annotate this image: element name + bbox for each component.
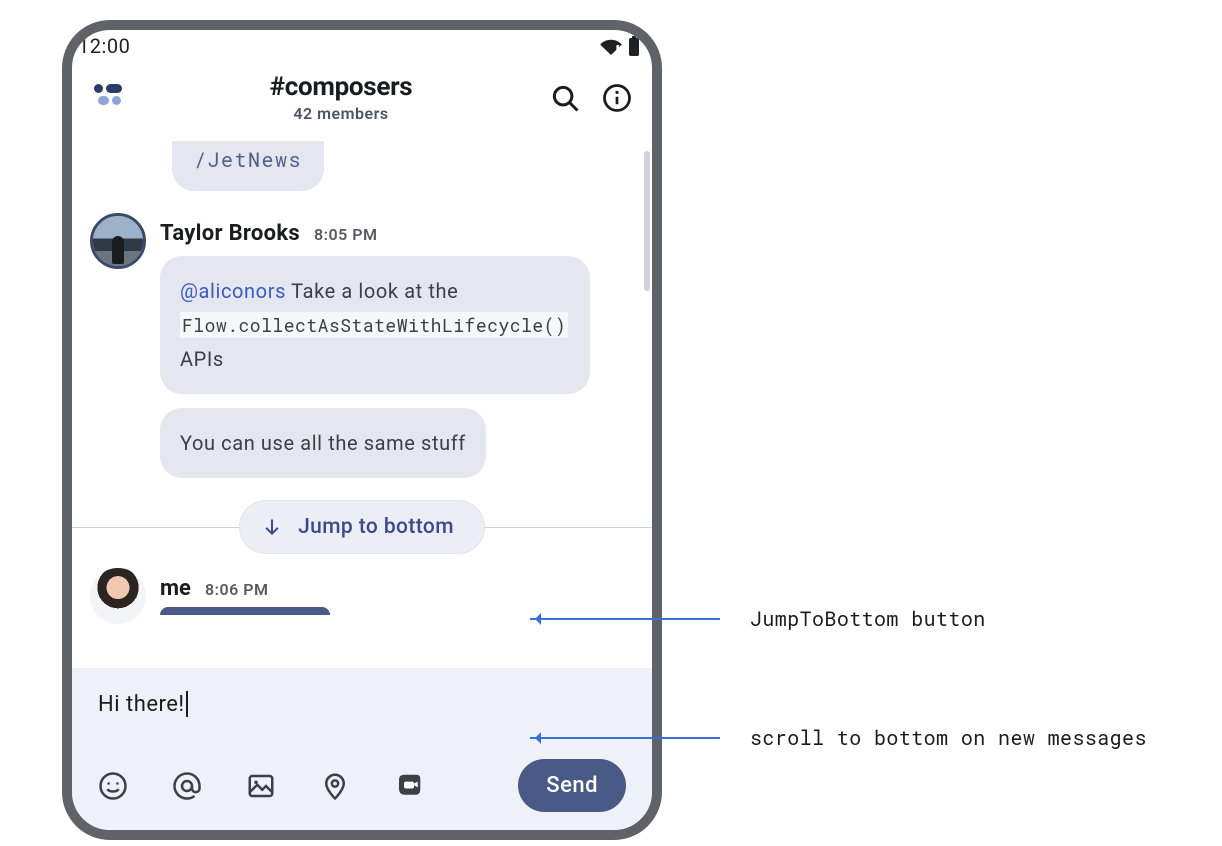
message-bubble-partial [160, 607, 330, 615]
battery-icon [628, 36, 640, 56]
message-bubble: @aliconors Take a look at the Flow.colle… [160, 256, 590, 394]
annotation-label: scroll to bottom on new messages [750, 725, 1147, 751]
phone-frame: 12:00 #composers 42 members [62, 20, 662, 840]
emoji-icon[interactable] [98, 771, 128, 801]
message-text: Take a look at the [286, 279, 458, 303]
info-icon[interactable] [602, 83, 632, 113]
arrow-down-icon [262, 517, 282, 537]
text-caret [186, 691, 188, 717]
search-icon[interactable] [550, 83, 580, 113]
image-icon[interactable] [246, 771, 276, 801]
message-group: Taylor Brooks 8:05 PM @aliconors Take a … [90, 213, 634, 492]
channel-subtitle: 42 members [132, 104, 550, 123]
status-bar: 12:00 [72, 30, 652, 62]
send-button[interactable]: Send [518, 759, 626, 812]
scrollbar[interactable] [644, 151, 650, 291]
wifi-alert-icon [600, 37, 622, 55]
message-author: me [160, 576, 191, 601]
compose-text: Hi there! [98, 692, 185, 717]
message-list[interactable]: /JetNews Taylor Brooks 8:05 PM @aliconor… [72, 141, 652, 668]
message-bubble: You can use all the same stuff [160, 408, 486, 478]
compose-input[interactable]: Hi there! [98, 691, 626, 717]
annotation-arrow-2: scroll to bottom on new messages [530, 725, 1147, 751]
truncated-message-bubble: /JetNews [172, 141, 324, 191]
app-bar: #composers 42 members [72, 62, 652, 141]
inline-code: Flow.collectAsStateWithLifecycle() [180, 312, 568, 338]
annotation-label: JumpToBottom button [750, 606, 986, 632]
jump-to-bottom-label: Jump to bottom [298, 515, 454, 539]
message-author: Taylor Brooks [160, 221, 300, 246]
channel-title: #composers [132, 72, 550, 102]
jump-to-bottom-button[interactable]: Jump to bottom [239, 500, 485, 554]
message-text: APIs [180, 347, 224, 371]
message-time: 8:05 PM [314, 225, 378, 244]
video-icon[interactable] [394, 771, 424, 801]
mention[interactable]: @aliconors [180, 279, 286, 303]
avatar-me[interactable] [90, 568, 146, 624]
message-time: 8:06 PM [205, 580, 269, 599]
status-time: 12:00 [78, 34, 130, 58]
jump-to-bottom-row: Jump to bottom [72, 500, 652, 554]
mention-icon[interactable] [172, 771, 202, 801]
location-icon[interactable] [320, 771, 350, 801]
app-logo[interactable] [92, 78, 132, 118]
annotation-arrow-1: JumpToBottom button [530, 606, 986, 632]
avatar[interactable] [90, 213, 146, 269]
